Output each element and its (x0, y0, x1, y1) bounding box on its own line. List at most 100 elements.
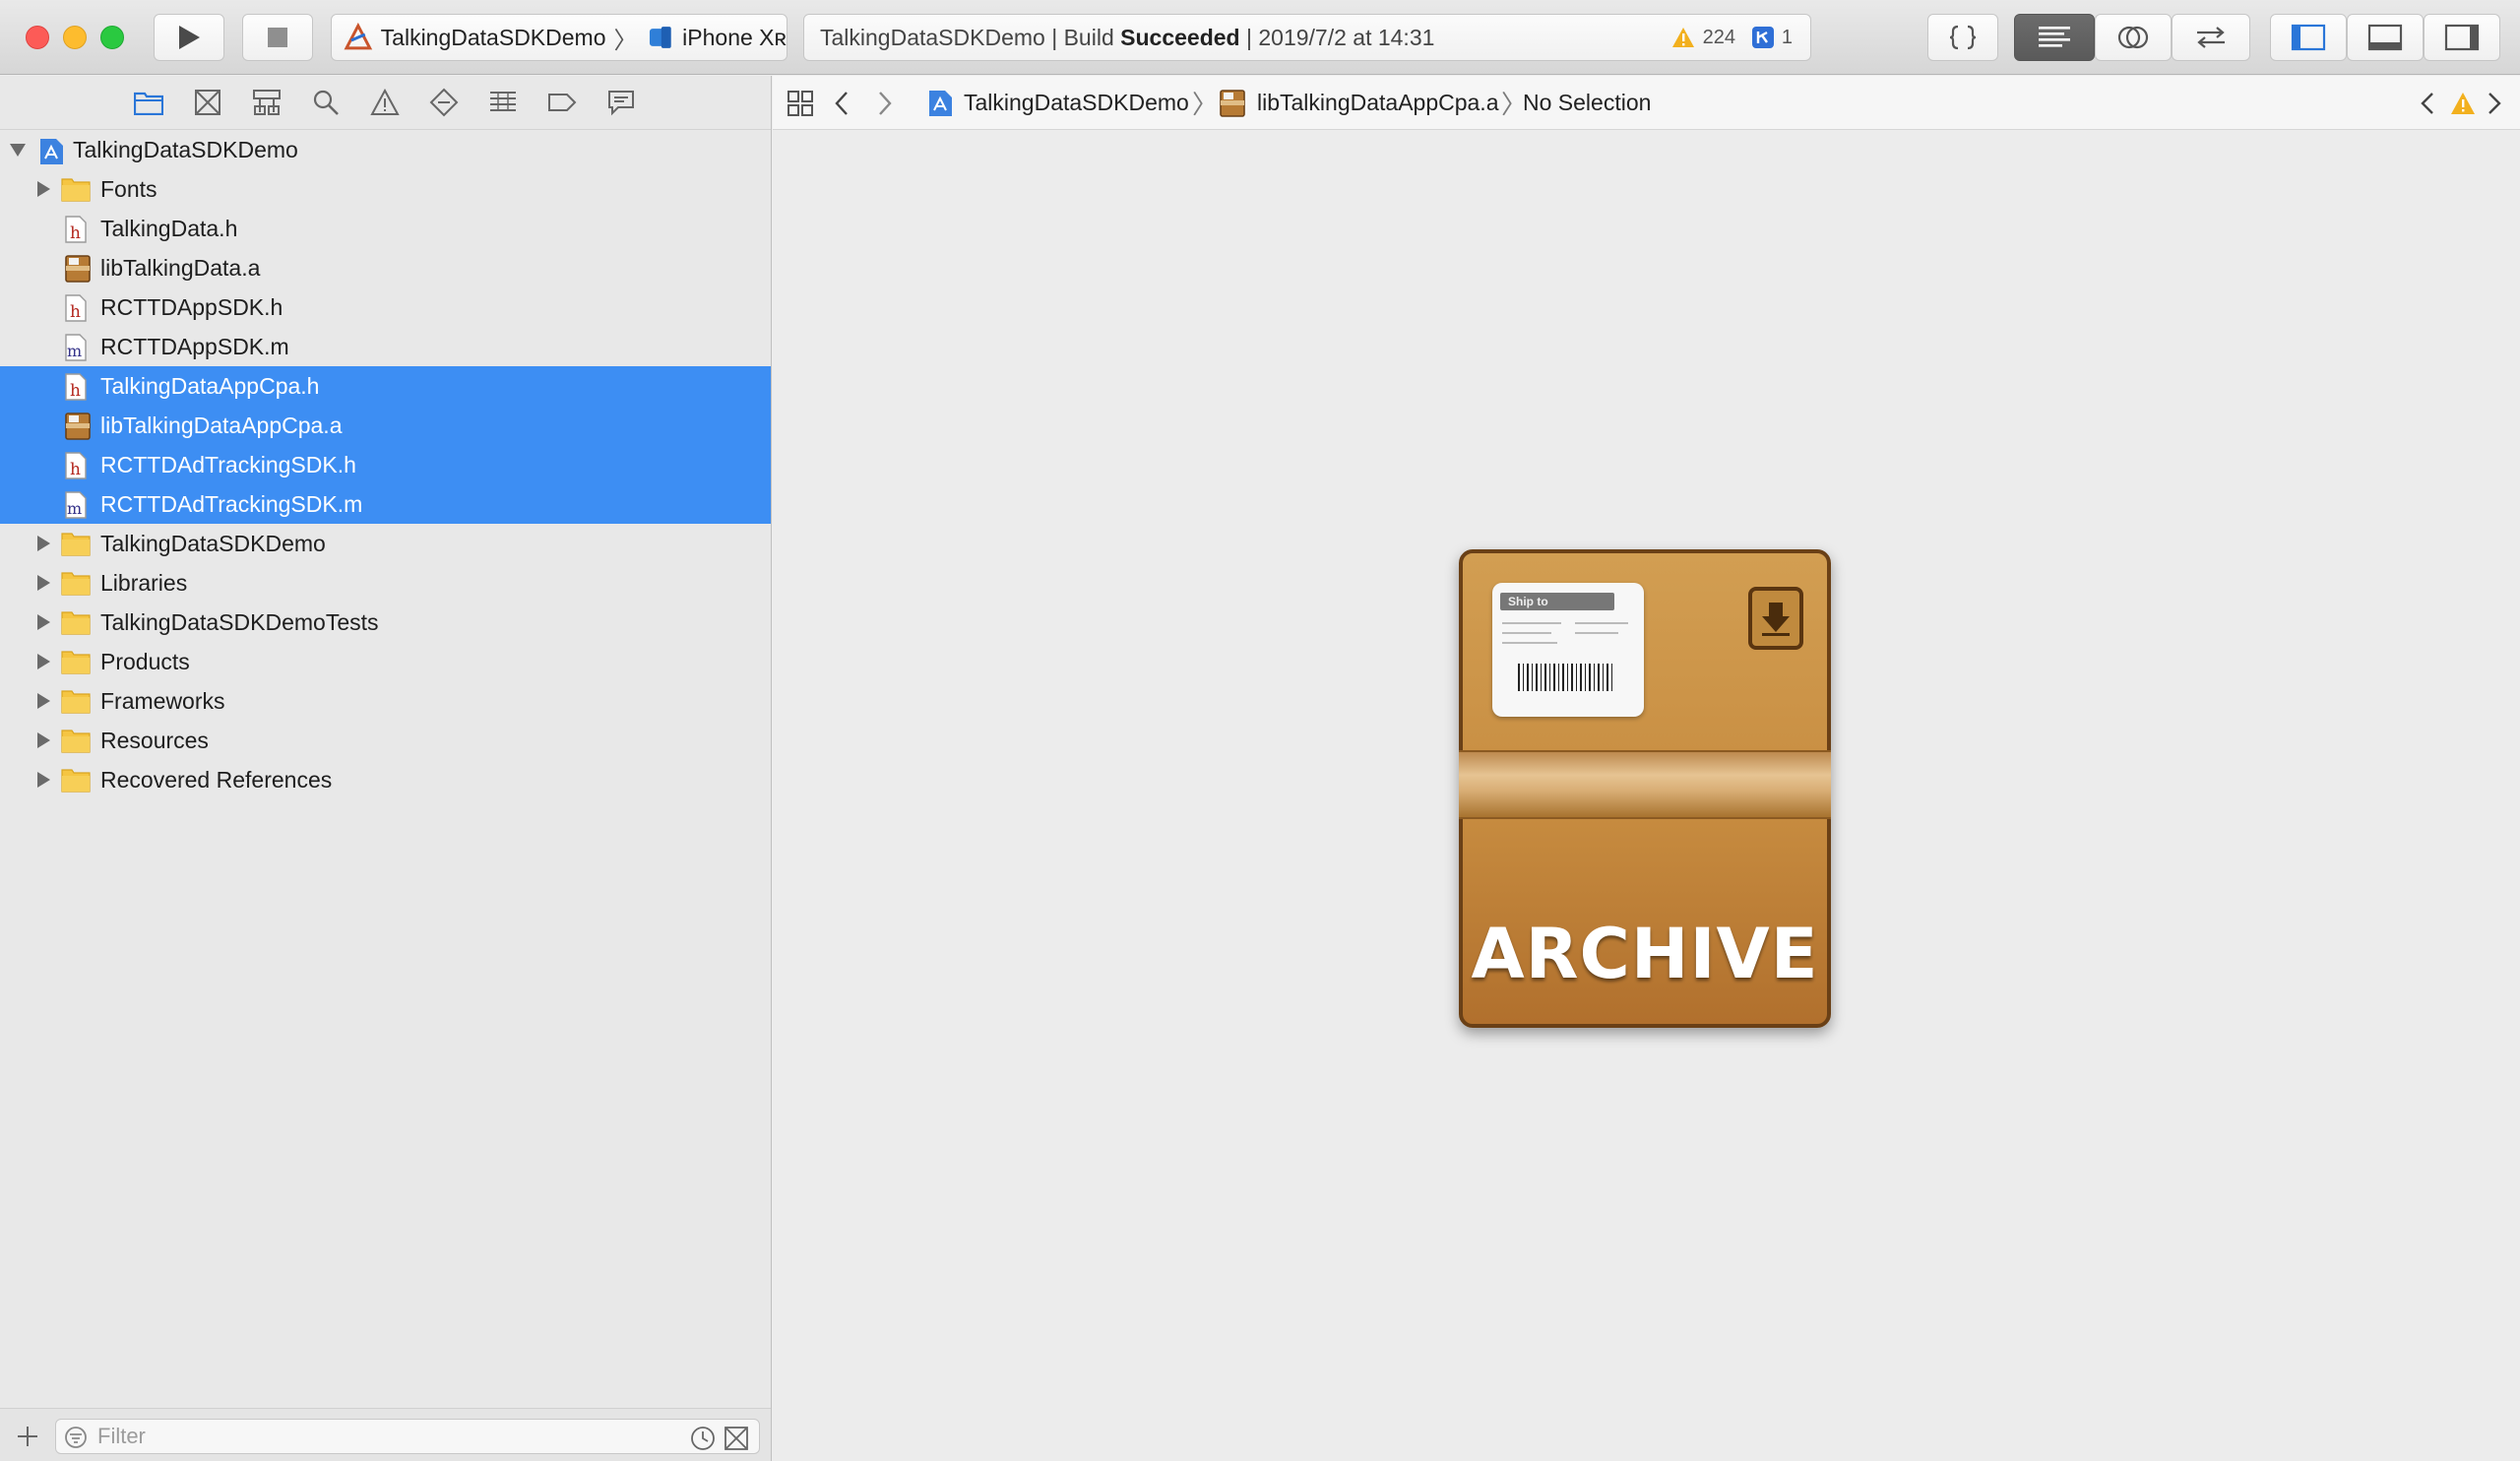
close-window-button[interactable] (26, 26, 49, 49)
disclosure-right-icon[interactable] (37, 575, 50, 591)
tab-report-navigator[interactable] (606, 88, 636, 117)
barcode (1518, 664, 1614, 691)
forward-button[interactable] (875, 76, 895, 130)
related-items-button[interactable] (787, 76, 814, 130)
source-control-filter-icon[interactable] (724, 1426, 749, 1451)
disclosure-right-icon[interactable] (37, 732, 50, 748)
jump-bar-file[interactable]: libTalkingDataAppCpa.a (1220, 76, 1499, 130)
tree-row[interactable]: libTalkingDataAppCpa.a (0, 406, 771, 445)
tree-row[interactable]: m RCTTDAdTrackingSDK.m (0, 484, 771, 524)
tab-breakpoint-navigator[interactable] (547, 88, 577, 117)
tree-row[interactable]: Frameworks (0, 681, 771, 721)
folder-icon (61, 570, 91, 597)
version-editor-button[interactable] (2172, 14, 2250, 61)
toggle-inspector-button[interactable] (2424, 14, 2500, 61)
warning-icon (1671, 28, 1694, 47)
tree-row[interactable]: Fonts (0, 169, 771, 209)
tab-test-navigator[interactable] (429, 88, 459, 117)
activity-build-status: Succeeded (1120, 24, 1240, 50)
tree-row[interactable]: Libraries (0, 563, 771, 603)
chevron-right-icon (879, 91, 892, 115)
code-review-button[interactable] (1927, 14, 1998, 61)
tab-issue-navigator[interactable] (370, 88, 400, 117)
tree-row[interactable]: h TalkingDataAppCpa.h (0, 366, 771, 406)
tree-row[interactable]: h RCTTDAppSDK.h (0, 287, 771, 327)
warning-indicator[interactable]: 224 (1671, 27, 1735, 49)
tree-row[interactable]: TalkingDataSDKDemoTests (0, 603, 771, 642)
source-control-icon (195, 90, 220, 115)
scheme-name: TalkingDataSDKDemo (380, 24, 606, 50)
jump-bar-selection[interactable]: No Selection (1523, 76, 1651, 130)
iphone-simulator-icon (649, 27, 671, 48)
warning-count: 224 (1702, 26, 1735, 48)
activity-build-prefix: Build (1063, 24, 1114, 50)
play-icon (179, 26, 200, 49)
shipping-label-header: Ship to (1500, 593, 1614, 610)
previous-issue-button[interactable] (2419, 76, 2436, 130)
tab-symbol-navigator[interactable] (252, 88, 282, 117)
grid-icon (788, 90, 813, 116)
tree-row-label: RCTTDAppSDK.h (100, 293, 284, 320)
standard-editor-button[interactable] (2014, 14, 2095, 61)
disclosure-right-icon[interactable] (37, 614, 50, 630)
jump-bar-project-label: TalkingDataSDKDemo (964, 90, 1189, 115)
disclosure-right-icon[interactable] (37, 654, 50, 669)
toggle-navigator-button[interactable] (2270, 14, 2347, 61)
folder-icon (134, 92, 163, 115)
zoom-window-button[interactable] (100, 26, 124, 49)
issue-count: 1 (1781, 26, 1793, 48)
issue-indicator[interactable]: 1 (1751, 26, 1793, 49)
test-icon (429, 88, 459, 117)
next-issue-button[interactable] (2486, 76, 2503, 130)
tab-project-navigator[interactable] (134, 88, 163, 117)
filter-icon (65, 1427, 87, 1448)
tab-source-control-navigator[interactable] (193, 88, 222, 117)
tab-debug-navigator[interactable] (488, 88, 518, 117)
project-icon (37, 137, 63, 164)
jump-bar-project[interactable]: TalkingDataSDKDemo (926, 76, 1189, 130)
tree-row[interactable]: libTalkingData.a (0, 248, 771, 287)
tree-row[interactable]: Products (0, 642, 771, 681)
folder-icon (61, 609, 91, 636)
disclosure-right-icon[interactable] (37, 181, 50, 197)
scheme-selector[interactable]: TalkingDataSDKDemo 〉 iPhone Xʀ (331, 14, 788, 61)
toggle-debug-area-button[interactable] (2347, 14, 2424, 61)
issue-indicator-jumpbar[interactable] (2450, 76, 2476, 130)
disclosure-right-icon[interactable] (37, 772, 50, 788)
tree-row[interactable]: h RCTTDAdTrackingSDK.h (0, 445, 771, 484)
activity-project: TalkingDataSDKDemo (820, 24, 1045, 50)
filter-field[interactable]: Filter (55, 1419, 760, 1454)
tree-row[interactable]: TalkingDataSDKDemo (0, 524, 771, 563)
add-icon[interactable] (16, 1425, 39, 1448)
tree-row[interactable]: Recovered References (0, 760, 771, 799)
tab-find-navigator[interactable] (311, 88, 341, 117)
tree-row-label: Resources (100, 727, 209, 753)
minimize-window-button[interactable] (63, 26, 87, 49)
recent-files-icon[interactable] (690, 1426, 716, 1451)
find-icon (313, 90, 339, 115)
filter-placeholder: Filter (97, 1424, 146, 1448)
run-button[interactable] (154, 14, 224, 61)
archive-box-icon: Ship to ARCHIVE (1459, 549, 1831, 1028)
tree-row-label: RCTTDAppSDK.m (100, 333, 289, 359)
tree-row[interactable]: h TalkingData.h (0, 209, 771, 248)
stop-button[interactable] (242, 14, 313, 61)
tree-row-label: Libraries (100, 569, 188, 596)
breakpoint-icon (548, 94, 577, 111)
disclosure-right-icon[interactable] (37, 693, 50, 709)
assistant-editor-button[interactable] (2095, 14, 2172, 61)
svg-text:m: m (67, 499, 82, 518)
disclosure-down-icon[interactable] (10, 144, 26, 157)
objc-file-icon: m (65, 334, 91, 361)
tree-row[interactable]: TalkingDataSDKDemo (0, 130, 771, 169)
jump-bar-file-label: libTalkingDataAppCpa.a (1257, 90, 1499, 115)
device-name: iPhone Xʀ (682, 24, 787, 50)
disclosure-right-icon[interactable] (37, 536, 50, 551)
tree-row[interactable]: m RCTTDAppSDK.m (0, 327, 771, 366)
stop-icon (268, 28, 287, 47)
back-button[interactable] (832, 76, 851, 130)
issue-icon (370, 89, 400, 115)
tree-row[interactable]: Resources (0, 721, 771, 760)
activity-viewer: TalkingDataSDKDemo | Build Succeeded | 2… (803, 14, 1811, 61)
jump-bar-sep-1: 〉 (1192, 90, 1219, 119)
